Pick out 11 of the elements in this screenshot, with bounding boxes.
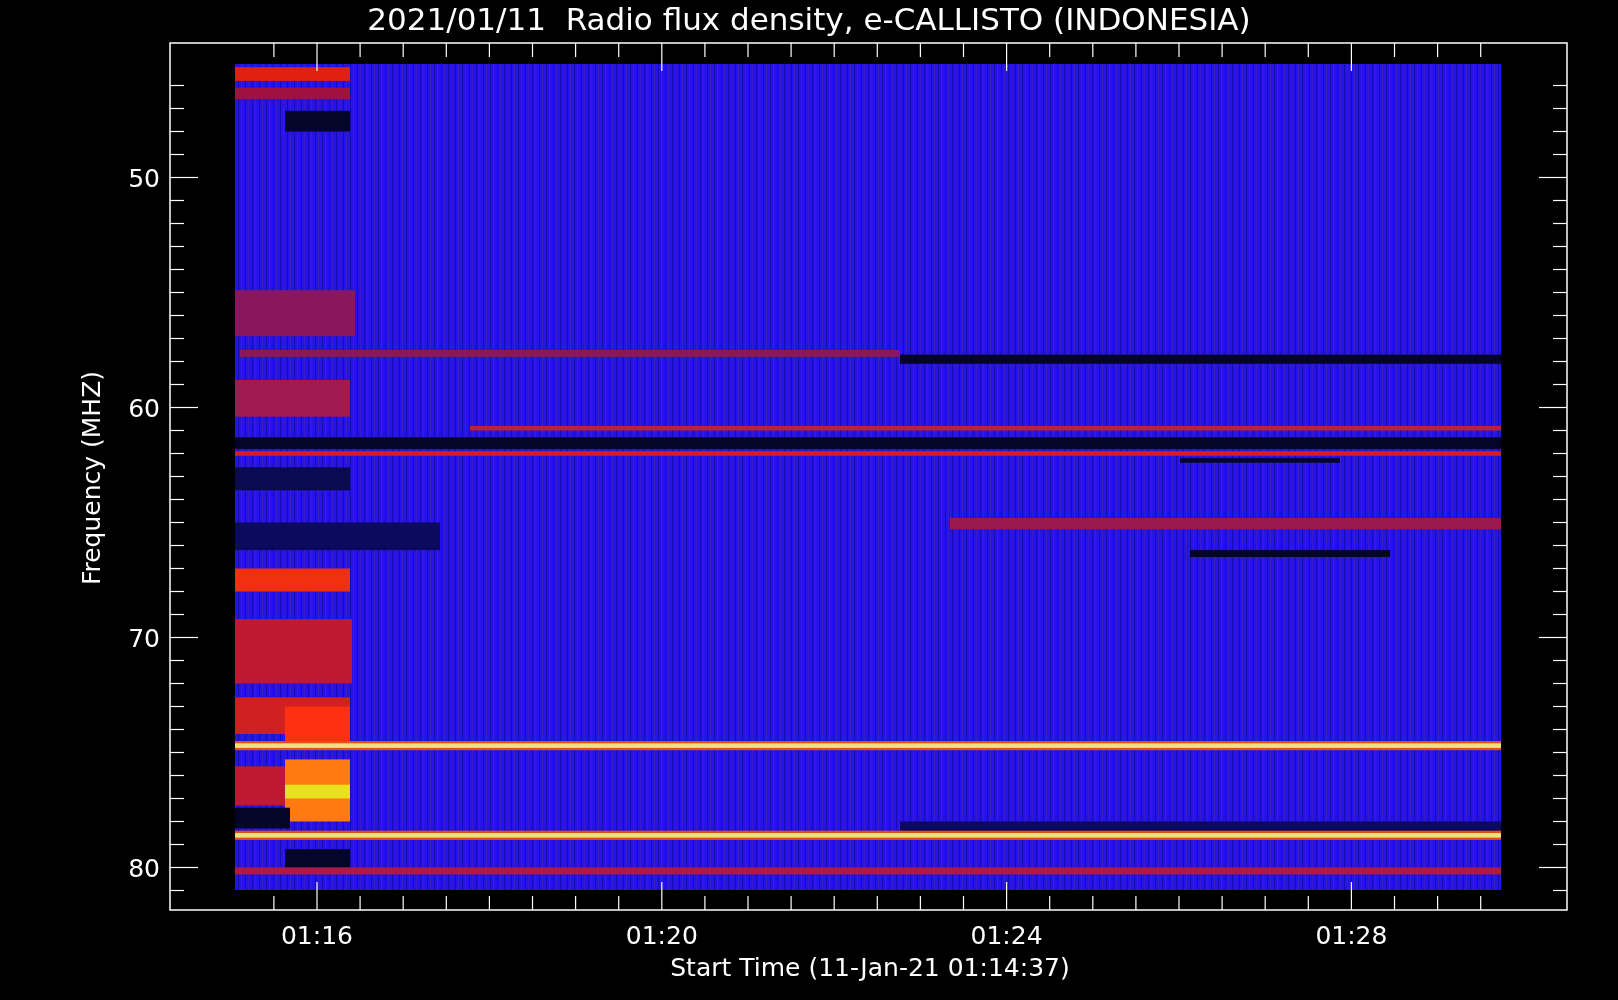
y-tick-label: 80: [128, 853, 160, 883]
y-tick-label: 60: [128, 393, 160, 423]
x-tick-label: 01:28: [1315, 921, 1388, 950]
chart-title: 2021/01/11 Radio flux density, e-CALLISTO (INDONESIA): [367, 1, 1251, 37]
y-tick-label: 50: [128, 163, 160, 193]
x-tick-label: 01:16: [281, 921, 353, 950]
y-axis-label: Frequency (MHZ): [77, 370, 106, 586]
y-tick-label: 70: [128, 623, 160, 653]
x-tick-label: 01:20: [625, 921, 698, 950]
x-axis-label: Start Time (11-Jan-21 01:14:37): [670, 953, 1070, 982]
x-tick-label: 01:24: [970, 921, 1043, 950]
